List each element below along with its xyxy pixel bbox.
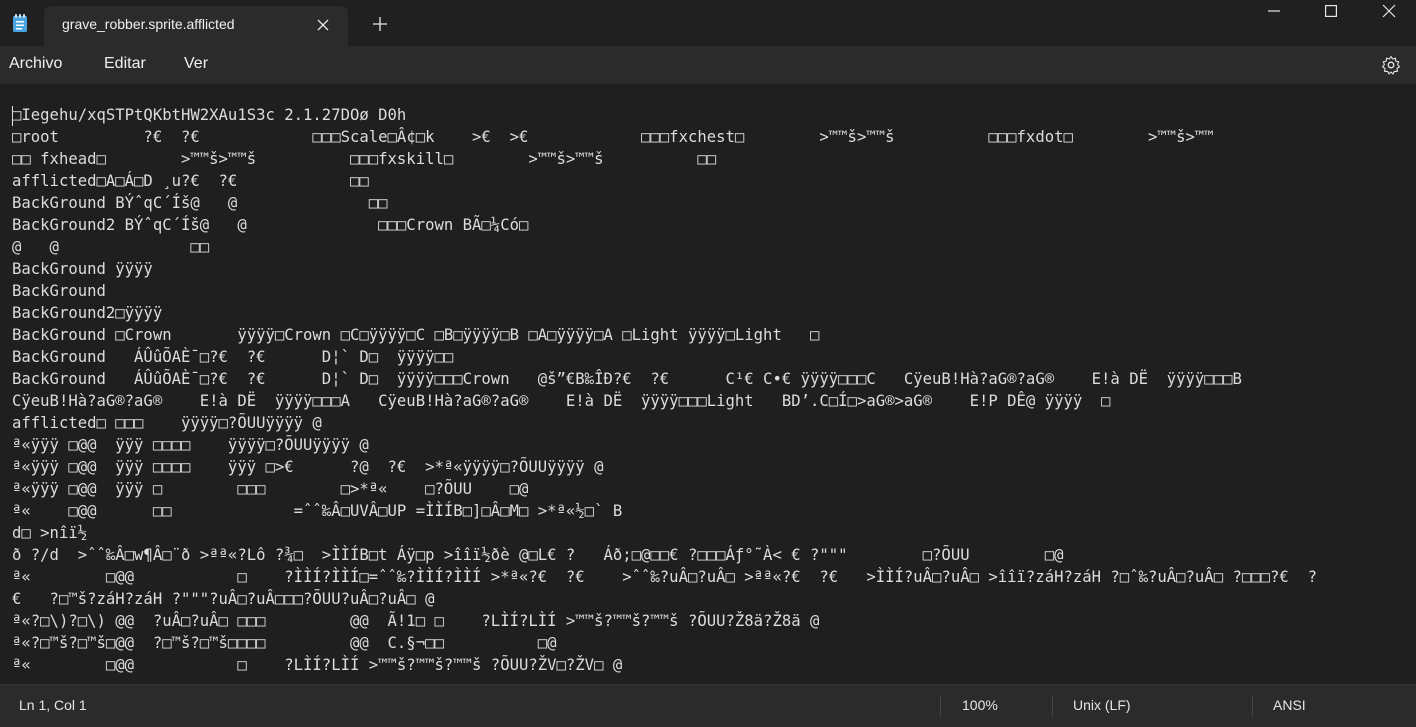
- editor-line: afflicted□ □□□ ÿÿÿÿ□?ÕUUÿÿÿÿ @: [12, 414, 322, 432]
- editor-line: @ @ □□: [12, 238, 210, 256]
- editor-line: □root ?€ ?€ □□□Scale□Â¢□k >€ >€ □□□fxche…: [12, 128, 1214, 146]
- editor-line: □□ fxhead□ >™™š>™™š □□□fxskill□ >™™š>™™š…: [12, 150, 717, 168]
- editor-line: ª« □@@ □□ =ˆˆ‰Â□UVÂ□UP =ÌÌÍB□]□Â□M□ >*ª«…: [12, 502, 623, 520]
- editor-line: ª«ÿÿÿ □@@ ÿÿÿ □□□□ ÿÿÿÿ□?ÕUUÿÿÿÿ @: [12, 436, 369, 454]
- editor-line: ª«ÿÿÿ □@@ ÿÿÿ □ □□□ □>*ª« □?ÕUU □@: [12, 480, 529, 498]
- editor-line: BackGround ÁÛûÕAÈ¯□?€ ?€ D¦` D□ ÿÿÿÿ□□: [12, 348, 454, 366]
- menu-editar[interactable]: Editar: [104, 55, 146, 73]
- editor-line: ª« □@@ □ ?LÌÍ?LÌÍ >™™š?™™š?™™š ?ÕUU?ŽV□?…: [12, 656, 623, 674]
- editor-line: BackGround2□ÿÿÿÿ: [12, 304, 163, 322]
- editor-line: ð ?/d >ˆˆ‰Â□w¶Â□¨ð >ªª«?Lô ?¾□ >ÌÌÍB□t Á…: [12, 546, 1064, 564]
- close-window-icon[interactable]: [1360, 0, 1416, 22]
- editor-line: □Iegehu/xqSTPtQKbtHW2XAu1S3c 2.1.27DOø D…: [12, 106, 407, 124]
- editor-text[interactable]: □Iegehu/xqSTPtQKbtHW2XAu1S3c 2.1.27DOø D…: [12, 104, 1408, 676]
- encoding: ANSI: [1273, 697, 1306, 713]
- gear-icon[interactable]: [1380, 54, 1402, 76]
- cursor-position: Ln 1, Col 1: [19, 697, 87, 713]
- editor-line: ª«?□™š?□™š□@@ ?□™š?□™š□□□□ @@ C.§¬□□ □@: [12, 634, 557, 652]
- maximize-icon[interactable]: [1302, 0, 1360, 22]
- title-bar: grave_robber.sprite.afflicted: [0, 0, 1416, 46]
- plus-icon[interactable]: [368, 12, 392, 36]
- editor-line: CÿeuB!Hà?aG®?aG® E!à DË ÿÿÿÿ□□□A CÿeuB!H…: [12, 392, 1111, 410]
- menu-archivo[interactable]: Archivo: [9, 55, 62, 73]
- status-bar: Ln 1, Col 1 100% Unix (LF) ANSI: [0, 684, 1416, 727]
- editor-line: ª«ÿÿÿ □@@ ÿÿÿ □□□□ ÿÿÿ □>€ ?@ ?€ >*ª«ÿÿÿ…: [12, 458, 604, 476]
- close-icon[interactable]: [312, 14, 334, 36]
- menu-ver[interactable]: Ver: [184, 55, 208, 73]
- editor-line: afflicted□A□Á□D ¸u?€ ?€ □□: [12, 172, 369, 190]
- tab-title: grave_robber.sprite.afflicted: [62, 16, 235, 32]
- status-divider: [1052, 695, 1053, 717]
- status-divider: [1252, 695, 1253, 717]
- editor-line: d□ >nîï½: [12, 524, 88, 542]
- editor-line: BackGround ÁÛûÕAÈ¯□?€ ?€ D¦` D□ ÿÿÿÿ□□□C…: [12, 370, 1242, 388]
- line-ending: Unix (LF): [1073, 697, 1131, 713]
- editor-line: BackGround ÿÿÿÿ: [12, 260, 153, 278]
- editor-line: BackGround: [12, 282, 106, 300]
- zoom-level: 100%: [962, 697, 998, 713]
- editor-line: ª«?□\)?□\) @@ ?uÂ□?uÂ□ □□□ @@ Ã!1□ □ ?LÌ…: [12, 612, 820, 630]
- editor-line: € ?□™š?záH?záH ?"""?uÂ□?uÂ□□□?ÕUU?uÂ□?uÂ…: [12, 590, 435, 608]
- minimize-icon[interactable]: [1245, 0, 1303, 22]
- status-divider: [940, 695, 941, 717]
- editor-line: BackGround BÝˆqC´Íš@ @ □□: [12, 194, 388, 212]
- editor-line: BackGround □Crown ÿÿÿÿ□Crown □C□ÿÿÿÿ□C □…: [12, 326, 820, 344]
- text-editor[interactable]: □Iegehu/xqSTPtQKbtHW2XAu1S3c 2.1.27DOø D…: [0, 84, 1416, 684]
- menu-bar: Archivo Editar Ver: [0, 46, 1416, 84]
- tab-file[interactable]: grave_robber.sprite.afflicted: [44, 6, 348, 46]
- notepad-icon: [12, 13, 28, 33]
- editor-line: ª« □@@ □ ?ÌÌÍ?ÌÌÍ□=ˆˆ‰?ÌÌÍ?ÌÌÍ >*ª«?€ ?€…: [12, 568, 1317, 586]
- editor-line: BackGround2 BÝˆqC´Íš@ @ □□□Crown BÃ□¼Có□: [12, 216, 529, 234]
